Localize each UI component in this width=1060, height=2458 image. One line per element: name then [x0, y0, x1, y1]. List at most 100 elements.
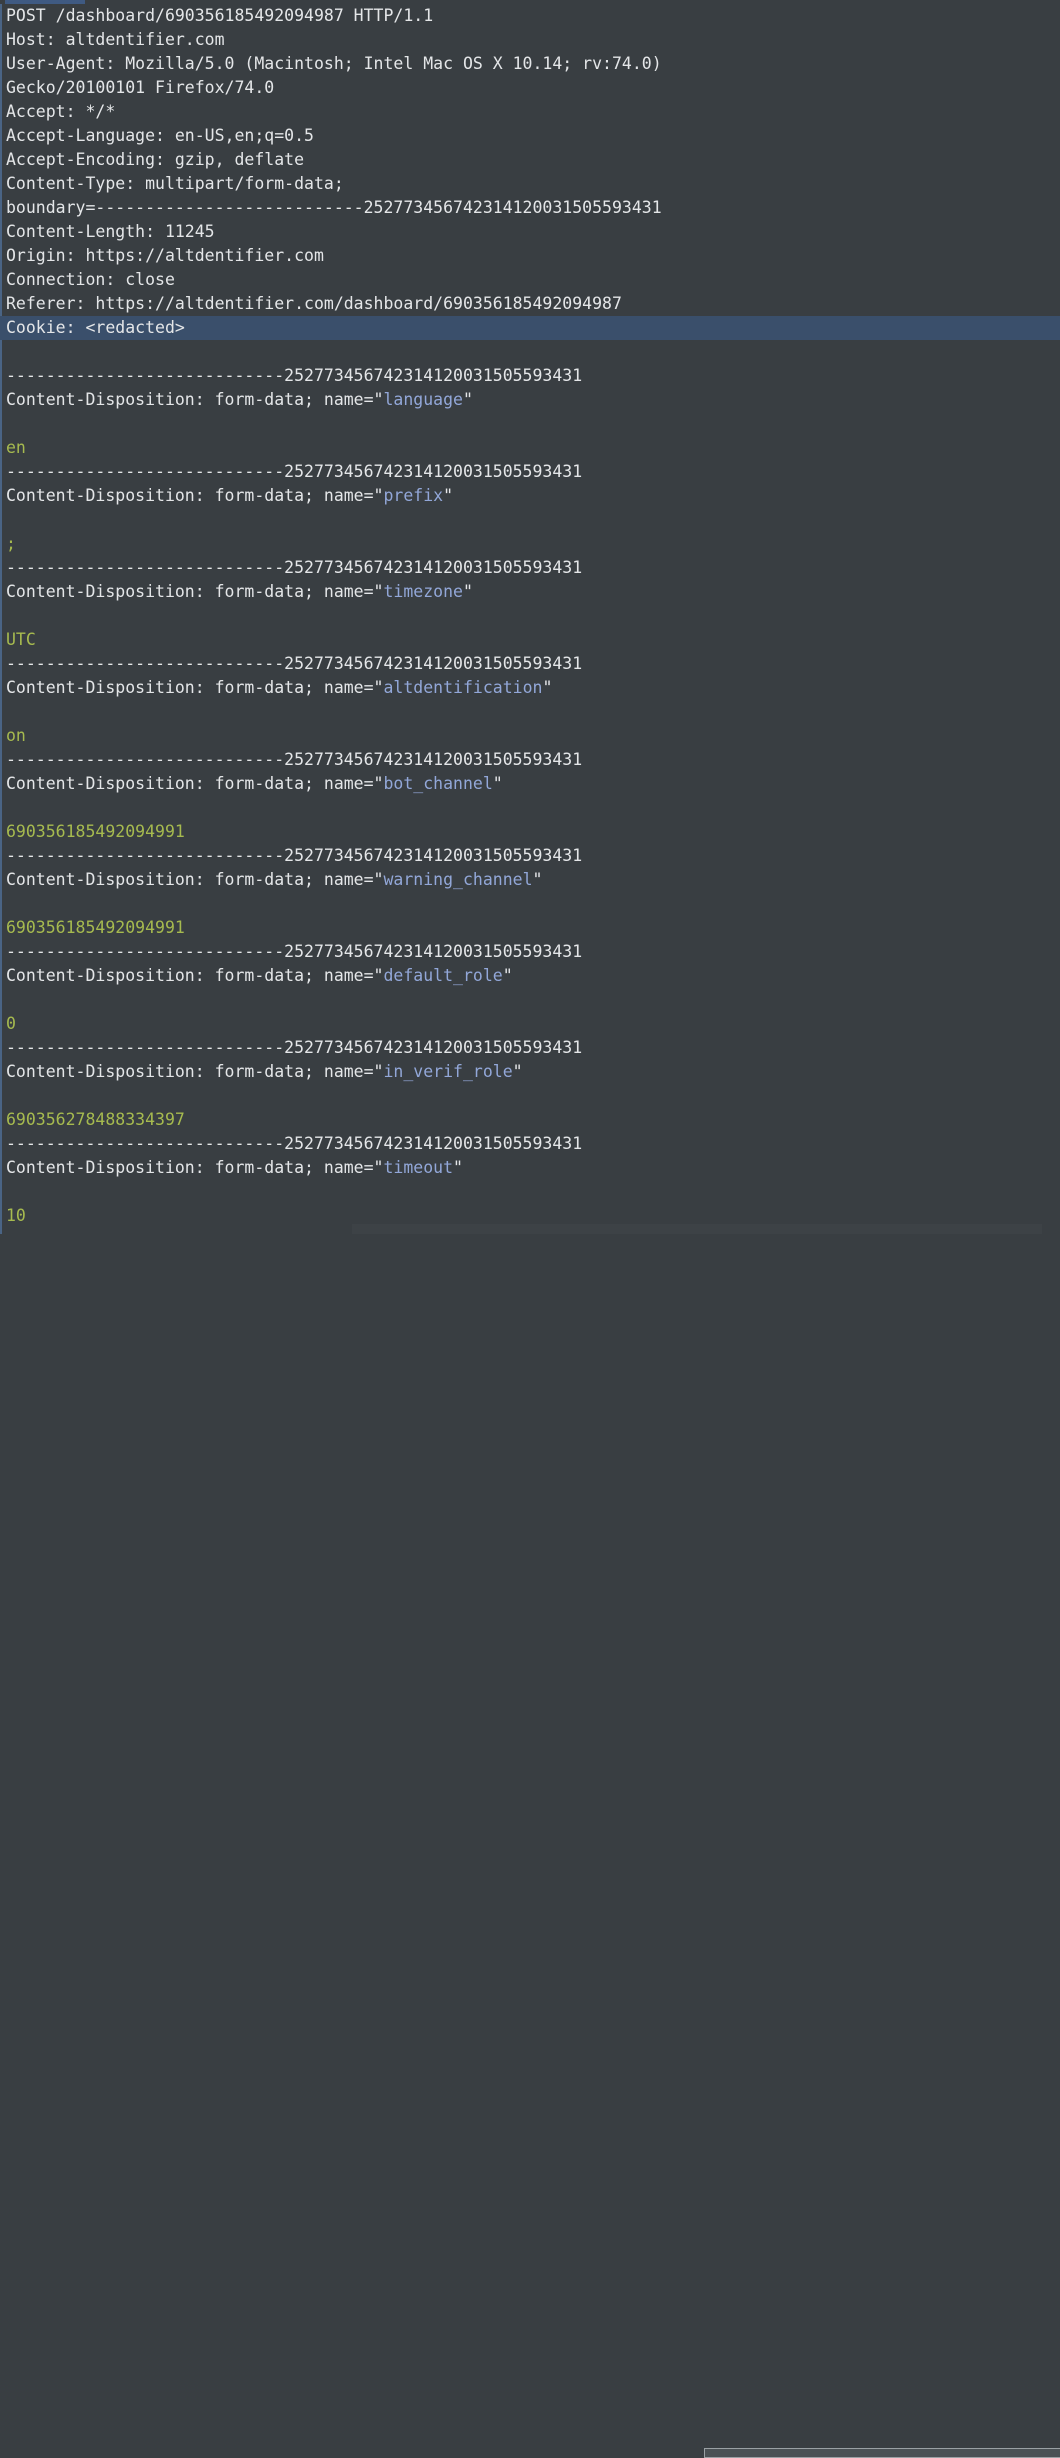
header-line-content-length: Content-Length: 11245: [6, 220, 1060, 244]
boundary-separator-line: ----------------------------252773456742…: [6, 652, 1060, 676]
disposition-prefix: Content-Disposition: form-data; name=": [6, 486, 384, 505]
header-line-accept-encoding: Accept-Encoding: gzip, deflate: [6, 148, 1060, 172]
header-text: Host: altdentifier.com: [6, 30, 225, 49]
boundary-separator-line: ----------------------------252773456742…: [6, 748, 1060, 772]
param-name: timezone: [383, 582, 463, 601]
param-value: 0: [6, 1014, 16, 1033]
boundary-text: ----------------------------252773456742…: [6, 558, 583, 577]
header-line-content-type: Content-Type: multipart/form-data;: [6, 172, 1060, 196]
header-text: Accept: */*: [6, 102, 116, 121]
header-text: Cookie: <redacted>: [6, 318, 185, 337]
disposition-suffix: ": [453, 1158, 463, 1177]
param-value-line: 690356185492094991: [6, 820, 1060, 844]
content-disposition-line: Content-Disposition: form-data; name="de…: [6, 964, 1060, 988]
horizontal-scrollbar-track[interactable]: [352, 1224, 1060, 2458]
disposition-suffix: ": [532, 870, 543, 889]
http-request-viewer[interactable]: POST /dashboard/690356185492094987 HTTP/…: [0, 0, 1060, 2458]
boundary-text: ----------------------------252773456742…: [6, 462, 583, 481]
boundary-separator-line: ----------------------------252773456742…: [6, 364, 1060, 388]
header-text: Gecko/20100101 Firefox/74.0: [6, 78, 275, 97]
param-value-line: UTC: [6, 628, 1060, 652]
raw-request-text[interactable]: POST /dashboard/690356185492094987 HTTP/…: [0, 4, 1060, 1228]
param-value-line: 0: [6, 1012, 1060, 1036]
header-line-user-agent: User-Agent: Mozilla/5.0 (Macintosh; Inte…: [6, 52, 1060, 76]
header-line-connection: Connection: close: [6, 268, 1060, 292]
disposition-suffix: ": [462, 390, 473, 409]
param-name: prefix: [383, 486, 444, 505]
param-value: ;: [6, 534, 16, 553]
header-text: boundary=---------------------------2527…: [6, 198, 662, 217]
param-name: in_verif_role: [383, 1062, 513, 1081]
content-disposition-line: Content-Disposition: form-data; name="bo…: [6, 772, 1060, 796]
request-line-text: POST /dashboard/690356185492094987 HTTP/…: [6, 6, 434, 25]
boundary-separator-line: ----------------------------252773456742…: [6, 940, 1060, 964]
content-disposition-line: Content-Disposition: form-data; name="in…: [6, 1060, 1060, 1084]
boundary-text: ----------------------------252773456742…: [6, 366, 583, 385]
boundary-separator-line: ----------------------------252773456742…: [6, 1036, 1060, 1060]
param-name: default_role: [383, 966, 503, 985]
boundary-separator-line: ----------------------------252773456742…: [6, 460, 1060, 484]
header-text: Content-Type: multipart/form-data;: [6, 174, 344, 193]
boundary-text: ----------------------------252773456742…: [6, 1134, 583, 1153]
header-line-cookie[interactable]: Cookie: <redacted>: [0, 316, 1060, 340]
param-value: 690356185492094991: [6, 822, 185, 841]
disposition-prefix: Content-Disposition: form-data; name=": [6, 390, 384, 409]
disposition-suffix: ": [502, 966, 513, 985]
header-line-referer: Referer: https://altdentifier.com/dashbo…: [6, 292, 1060, 316]
param-value: on: [6, 726, 26, 745]
param-value-line: 690356185492094991: [6, 916, 1060, 940]
boundary-text: ----------------------------252773456742…: [6, 750, 583, 769]
header-line-accept: Accept: */*: [6, 100, 1060, 124]
boundary-separator-line: ----------------------------252773456742…: [6, 844, 1060, 868]
param-value: UTC: [6, 630, 36, 649]
content-disposition-line: Content-Disposition: form-data; name="pr…: [6, 484, 1060, 508]
disposition-prefix: Content-Disposition: form-data; name=": [6, 582, 384, 601]
disposition-suffix: ": [462, 582, 473, 601]
header-text: Referer: https://altdentifier.com/dashbo…: [6, 294, 622, 313]
param-value-line: ;: [6, 532, 1060, 556]
disposition-prefix: Content-Disposition: form-data; name=": [6, 678, 384, 697]
header-text: Accept-Language: en-US,en;q=0.5: [6, 126, 314, 145]
disposition-suffix: ": [512, 1062, 523, 1081]
disposition-suffix: ": [492, 774, 503, 793]
boundary-separator-line: ----------------------------252773456742…: [6, 556, 1060, 580]
content-disposition-line: Content-Disposition: form-data; name="ti…: [6, 1156, 1060, 1180]
param-value: en: [6, 438, 26, 457]
param-name: warning_channel: [383, 870, 533, 889]
disposition-prefix: Content-Disposition: form-data; name=": [6, 870, 384, 889]
param-name: altdentification: [383, 678, 543, 697]
request-line: POST /dashboard/690356185492094987 HTTP/…: [6, 4, 1060, 28]
horizontal-scrollbar-thumb[interactable]: [704, 2448, 1060, 2458]
header-text: Accept-Encoding: gzip, deflate: [6, 150, 305, 169]
content-disposition-line: Content-Disposition: form-data; name="ti…: [6, 580, 1060, 604]
boundary-text: ----------------------------252773456742…: [6, 942, 583, 961]
param-value: 690356278488334397: [6, 1110, 185, 1129]
header-line-origin: Origin: https://altdentifier.com: [6, 244, 1060, 268]
content-disposition-line: Content-Disposition: form-data; name="la…: [6, 388, 1060, 412]
param-value: 10: [6, 1206, 26, 1225]
boundary-text: ----------------------------252773456742…: [6, 1038, 583, 1057]
header-text: Connection: close: [6, 270, 175, 289]
param-value-line: on: [6, 724, 1060, 748]
disposition-suffix: ": [443, 486, 454, 505]
header-text: User-Agent: Mozilla/5.0 (Macintosh; Inte…: [6, 54, 662, 73]
param-value-line: en: [6, 436, 1060, 460]
param-value-line: 690356278488334397: [6, 1108, 1060, 1132]
header-line-content-type-boundary: boundary=---------------------------2527…: [6, 196, 1060, 220]
header-text: Content-Length: 11245: [6, 222, 215, 241]
header-line-accept-language: Accept-Language: en-US,en;q=0.5: [6, 124, 1060, 148]
param-value: 690356185492094991: [6, 918, 185, 937]
boundary-text: ----------------------------252773456742…: [6, 654, 583, 673]
param-name: language: [383, 390, 463, 409]
disposition-suffix: ": [542, 678, 553, 697]
